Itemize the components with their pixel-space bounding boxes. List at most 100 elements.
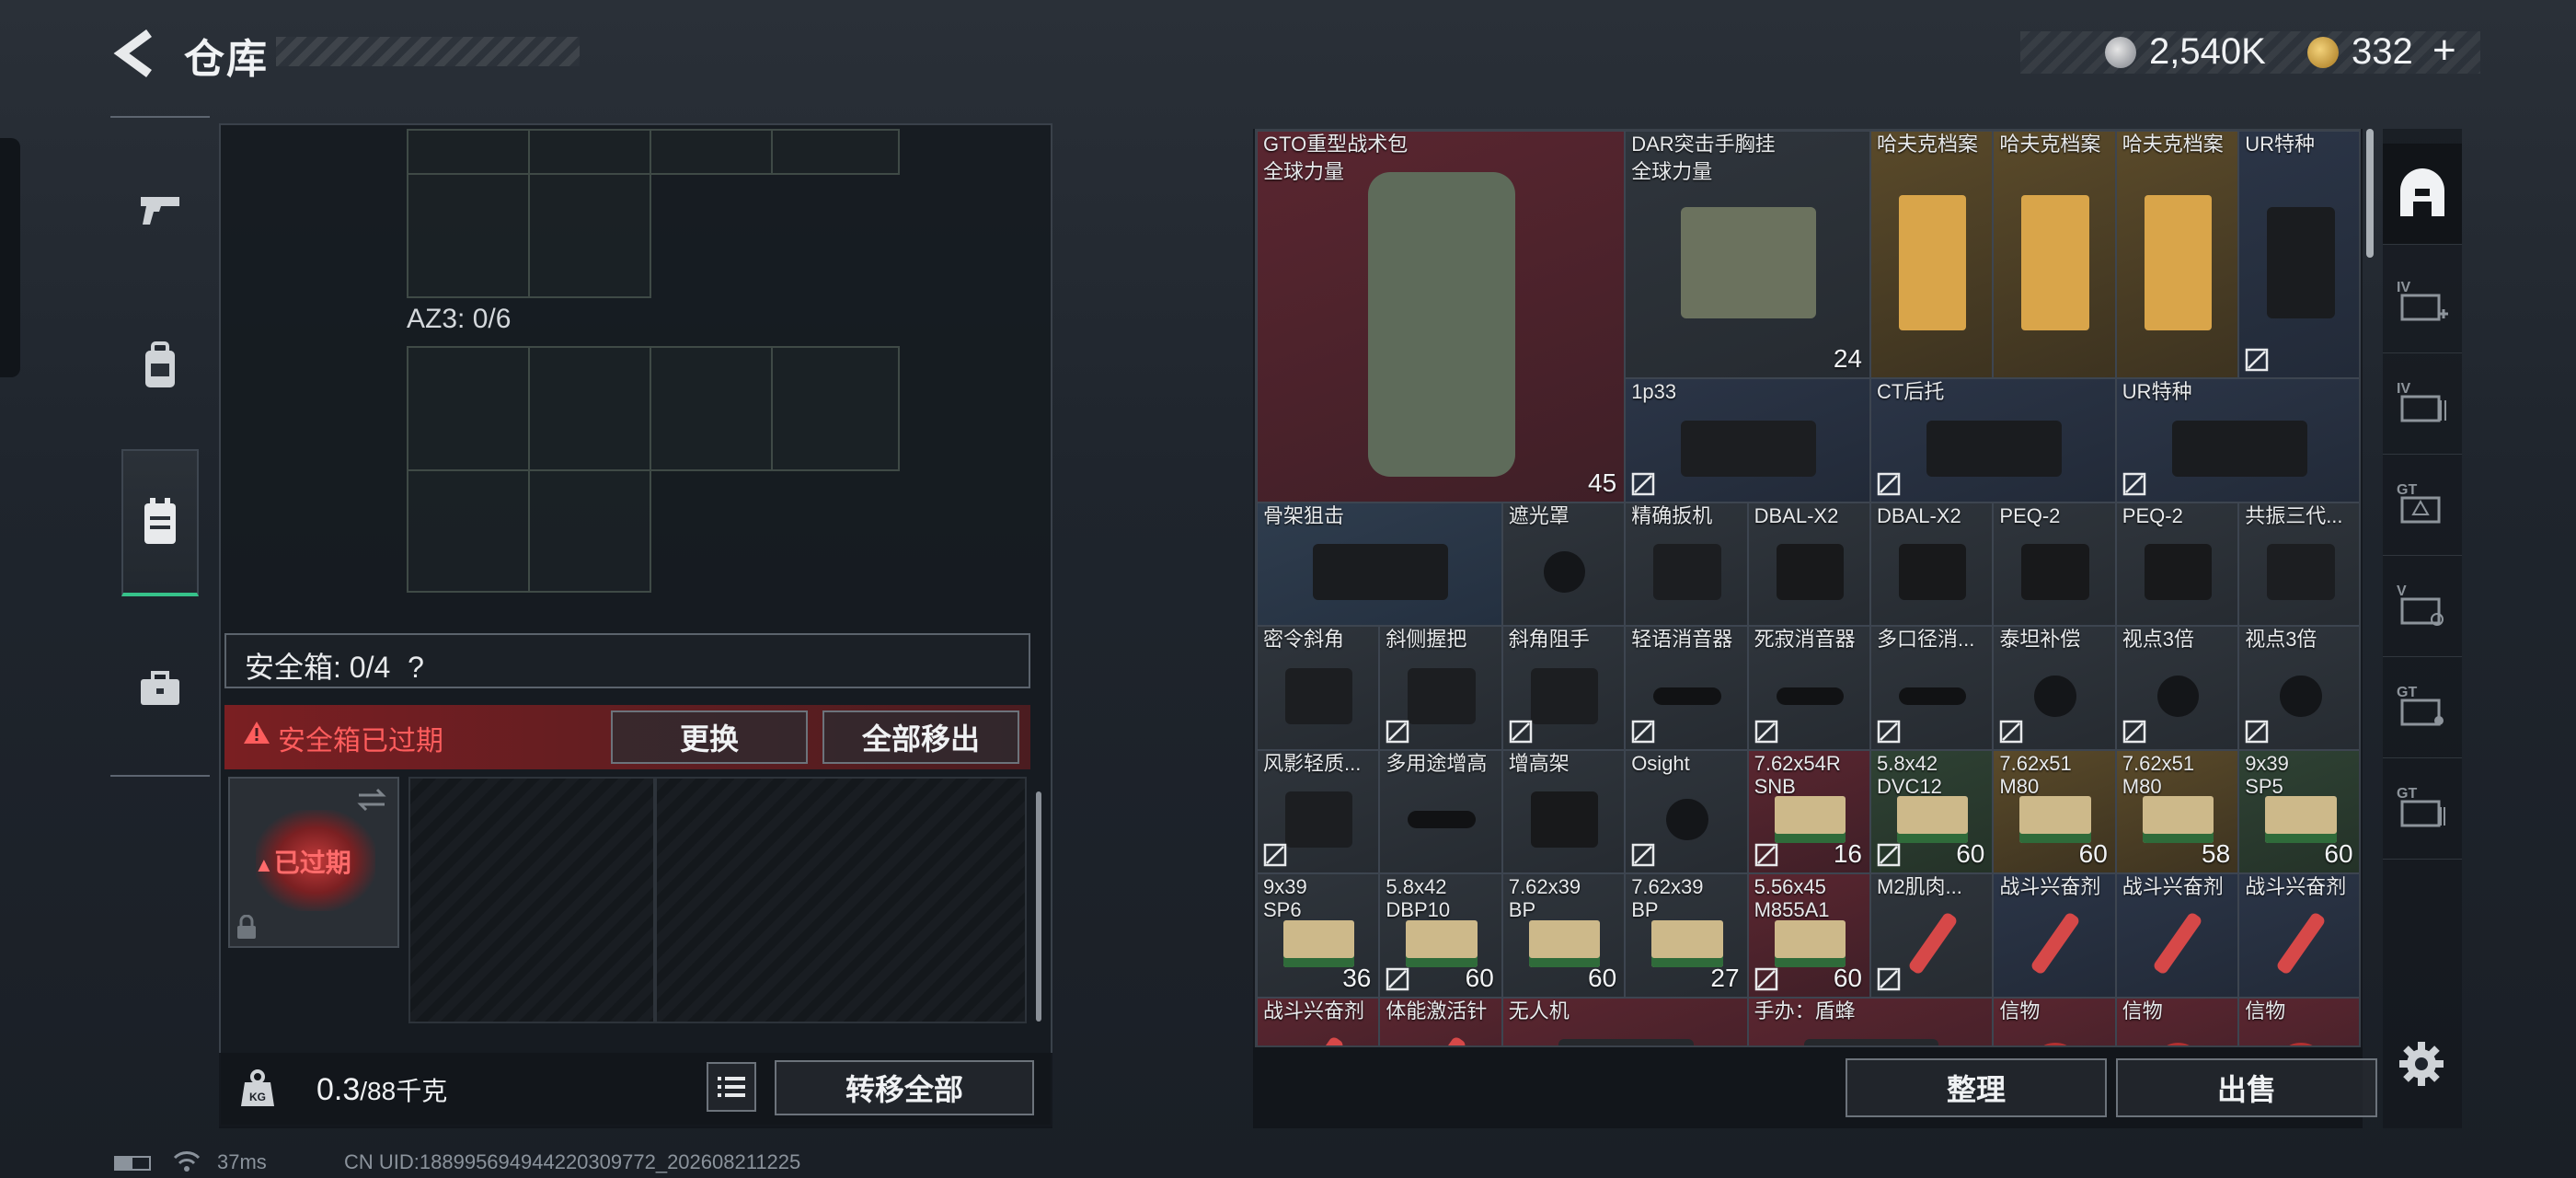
tab-container-gt[interactable]: GT (2383, 455, 2462, 556)
inventory-item[interactable]: UR特种 (2115, 378, 2359, 502)
inventory-item[interactable]: 7.62x51 M80 58 (2115, 749, 2239, 873)
inventory-item[interactable]: 多用途增高 (1379, 749, 1502, 873)
inventory-item[interactable]: DBAL-X2 (1747, 502, 1870, 626)
right-scrollbar[interactable] (2366, 129, 2374, 258)
slot-cell[interactable] (650, 346, 773, 471)
inventory-item[interactable]: 信物 (1993, 997, 2116, 1045)
inventory-item[interactable]: 哈夫克档案 (1993, 131, 2116, 378)
tab-container-gt-2[interactable]: GT (2383, 657, 2462, 758)
inventory-item[interactable]: UR特种 (2238, 131, 2359, 378)
inventory-item[interactable]: DBAL-X2 (1870, 502, 1994, 626)
side-drawer-tab[interactable] (0, 138, 20, 377)
inventory-item[interactable]: GTO重型战术包 全球力量 45 (1257, 131, 1626, 502)
list-view-button[interactable] (707, 1062, 756, 1112)
inventory-item[interactable]: 信物 (2238, 997, 2359, 1045)
inventory-item[interactable]: 斜角阻手 (1501, 626, 1626, 750)
inventory-item[interactable]: 精确扳机 (1625, 502, 1748, 626)
inventory-item[interactable]: 9x39 SP6 36 (1257, 873, 1380, 998)
back-button[interactable] (109, 28, 164, 79)
sort-button[interactable]: 整理 (1846, 1058, 2107, 1117)
inventory-item[interactable]: 7.62x39 BP 27 (1625, 873, 1748, 998)
inventory-item[interactable]: 视点3倍 (2115, 626, 2239, 750)
inventory-item[interactable]: 泰坦补偿 (1993, 626, 2116, 750)
tab-container-iv[interactable]: IV (2383, 353, 2462, 455)
settings-gear-icon[interactable] (2396, 1038, 2447, 1090)
inventory-item[interactable]: 体能激活针 (1379, 997, 1502, 1045)
slot-cell[interactable] (528, 173, 651, 298)
slot-cell[interactable] (407, 346, 530, 471)
svg-text:IV: IV (2397, 280, 2410, 295)
add-currency-button[interactable]: + (2432, 28, 2456, 74)
inventory-item[interactable]: 视点3倍 (2238, 626, 2359, 750)
item-image (1406, 919, 1478, 967)
weight-capacity: /88千克 (360, 1077, 448, 1105)
inventory-item[interactable]: 7.62x39 BP 60 (1501, 873, 1626, 998)
slot-cell[interactable] (650, 129, 773, 175)
slot-cell[interactable] (407, 469, 530, 593)
inventory-item[interactable]: 斜侧握把 (1379, 626, 1502, 750)
inventory-item[interactable]: 共振三代... (2238, 502, 2359, 626)
inventory-item[interactable]: Osight (1625, 749, 1748, 873)
safe-box-slot[interactable] (408, 777, 655, 1023)
sell-button[interactable]: 出售 (2116, 1058, 2377, 1117)
inventory-item[interactable]: DAR突击手胸挂 全球力量 24 (1625, 131, 1870, 378)
inventory-item[interactable]: 战斗兴奋剂 (1993, 873, 2116, 998)
slot-cell[interactable] (528, 469, 651, 593)
inventory-item[interactable]: 7.62x54R SNB 16 (1747, 749, 1870, 873)
inventory-item[interactable]: PEQ-2 (1993, 502, 2116, 626)
left-scrollbar[interactable] (1036, 791, 1041, 1022)
inventory-item[interactable]: 风影轻质... (1257, 749, 1380, 873)
inventory-item[interactable]: 9x39 SP5 60 (2238, 749, 2359, 873)
inventory-item[interactable]: 密令斜角 (1257, 626, 1380, 750)
inventory-item[interactable]: 增高架 (1501, 749, 1626, 873)
slot-cell[interactable] (771, 129, 900, 175)
inventory-item[interactable]: 战斗兴奋剂 (2238, 873, 2359, 998)
inventory-item[interactable]: 7.62x51 M80 60 (1993, 749, 2116, 873)
inventory-item[interactable]: PEQ-2 (2115, 502, 2239, 626)
inventory-item[interactable]: 死寂消音器 (1747, 626, 1870, 750)
inventory-item[interactable]: M2肌肉... (1870, 873, 1994, 998)
inventory-item[interactable]: 战斗兴奋剂 (2115, 873, 2239, 998)
inventory-item[interactable]: 轻语消音器 (1625, 626, 1748, 750)
inventory-item[interactable]: 手办：盾蜂 (1747, 997, 1994, 1045)
safe-box-slot[interactable] (655, 777, 1027, 1023)
tab-helmet[interactable] (2383, 144, 2462, 245)
inventory-item[interactable]: 无人机 (1501, 997, 1748, 1045)
inventory-item[interactable]: 战斗兴奋剂 (1257, 997, 1380, 1045)
inventory-item[interactable]: 骨架狙击 (1257, 502, 1502, 626)
swap-button[interactable]: 更换 (611, 710, 808, 764)
slot-cell[interactable] (528, 129, 651, 175)
inventory-item[interactable]: 信物 (2115, 997, 2239, 1045)
nav-chest-rig[interactable] (121, 449, 199, 596)
no-trade-icon (2122, 472, 2146, 495)
inventory-item[interactable]: 哈夫克档案 (1870, 131, 1994, 378)
inventory-item[interactable]: 5.56x45 M855A1 60 (1747, 873, 1870, 998)
help-icon[interactable]: ? (408, 651, 424, 684)
inventory-item[interactable]: 5.8x42 DVC12 60 (1870, 749, 1994, 873)
nav-backpack[interactable] (121, 293, 199, 440)
item-image (1653, 544, 1721, 600)
inventory-item[interactable]: 多口径消... (1870, 626, 1994, 750)
tab-container-iv-plus[interactable]: IV (2383, 252, 2462, 353)
tab-container-gt-3[interactable]: GT (2383, 758, 2462, 860)
nav-weapons[interactable] (121, 136, 199, 283)
item-count: 27 (1710, 963, 1740, 992)
item-image (2019, 796, 2091, 844)
nav-case[interactable] (121, 615, 199, 762)
inventory-item[interactable]: 遮光罩 (1501, 502, 1626, 626)
move-all-out-button[interactable]: 全部移出 (822, 710, 1019, 764)
inventory-item[interactable]: 哈夫克档案 (2115, 131, 2239, 378)
inventory-item[interactable]: CT后托 (1870, 378, 2116, 502)
item-image (1416, 1034, 1467, 1045)
slot-cell[interactable] (771, 346, 900, 471)
swap-arrows-icon[interactable] (355, 786, 388, 814)
item-name: 死寂消音器 (1754, 628, 1856, 651)
inventory-item[interactable]: 5.8x42 DBP10 60 (1379, 873, 1502, 998)
slot-cell[interactable] (407, 129, 530, 175)
slot-cell[interactable] (407, 173, 530, 298)
item-image (1666, 799, 1708, 841)
inventory-item[interactable]: 1p33 (1625, 378, 1870, 502)
transfer-all-button[interactable]: 转移全部 (775, 1060, 1034, 1115)
slot-cell[interactable] (528, 346, 651, 471)
tab-container-v[interactable]: V (2383, 556, 2462, 657)
